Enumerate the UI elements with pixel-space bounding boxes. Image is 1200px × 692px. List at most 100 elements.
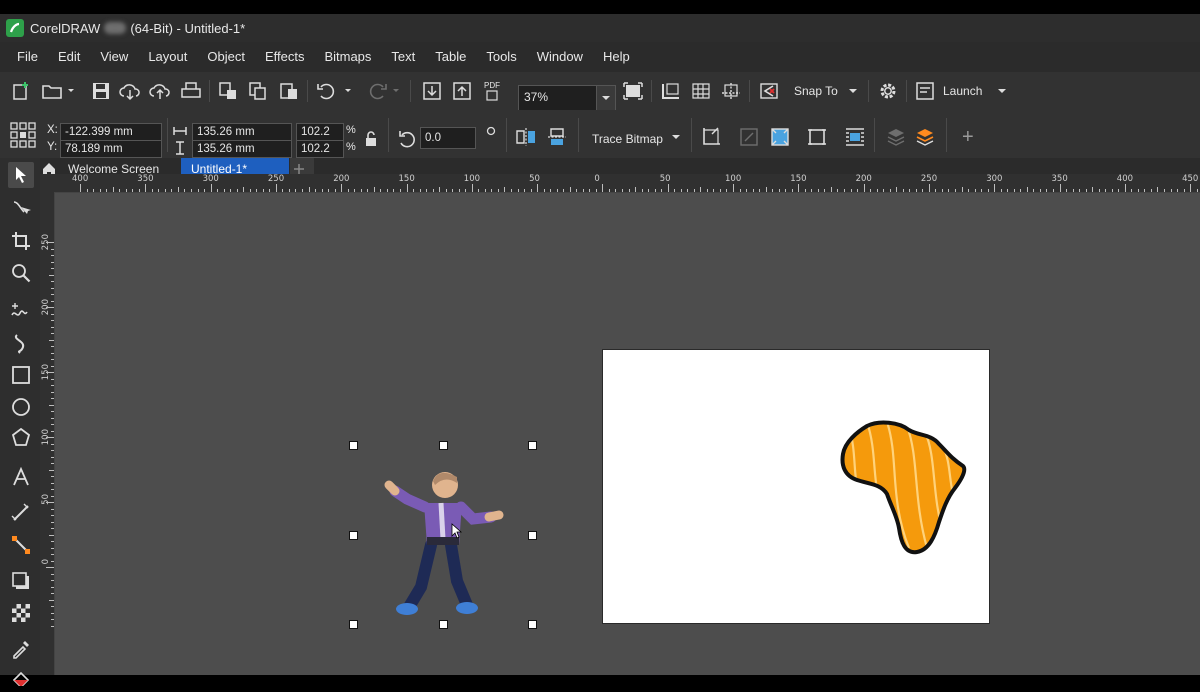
snap-off-icon[interactable] — [757, 80, 781, 102]
eyedropper-tool-icon[interactable] — [8, 636, 34, 662]
selection-handle-top-left[interactable] — [349, 441, 358, 450]
pick-tool-icon[interactable] — [8, 162, 34, 188]
parallel-dimension-tool-icon[interactable] — [8, 500, 34, 526]
menu-object[interactable]: Object — [198, 42, 254, 72]
selected-figure-object[interactable] — [349, 441, 537, 629]
save-icon[interactable] — [90, 80, 112, 102]
selection-handle-top-right[interactable] — [528, 441, 537, 450]
selection-handle-bottom-left[interactable] — [349, 620, 358, 629]
snap-to-dropdown-icon[interactable] — [845, 80, 861, 102]
rotation-angle-field[interactable]: 0.0 — [420, 127, 476, 149]
menu-layout[interactable]: Layout — [139, 42, 196, 72]
height-field[interactable]: 135.26 mm — [192, 140, 292, 158]
import-icon[interactable] — [420, 80, 444, 102]
show-guidelines-icon[interactable] — [719, 80, 743, 102]
selection-handle-bottom[interactable] — [439, 620, 448, 629]
menu-edit[interactable]: Edit — [49, 42, 89, 72]
wrap-text-icon[interactable] — [843, 126, 867, 148]
selection-handle-bottom-right[interactable] — [528, 620, 537, 629]
ruler-origin[interactable] — [40, 174, 54, 192]
interactive-fill-tool-icon[interactable] — [8, 666, 34, 692]
crop-tool-icon[interactable] — [8, 228, 34, 254]
menu-table[interactable]: Table — [426, 42, 475, 72]
launch-dropdown-icon[interactable] — [994, 80, 1010, 102]
ruler-tick — [857, 189, 859, 192]
ruler-tick — [589, 189, 591, 192]
horizontal-ruler[interactable]: 400 350 300 250 200 150 100 50 0 50 100 150 200 250 30… — [54, 174, 1200, 193]
print-icon[interactable] — [179, 80, 203, 102]
settings-gear-icon[interactable] — [876, 80, 900, 102]
africa-map-graphic-icon[interactable] — [839, 418, 979, 558]
redo-icon[interactable] — [362, 80, 404, 102]
zoom-dropdown-arrow[interactable] — [596, 86, 615, 110]
copy-icon[interactable] — [246, 80, 270, 102]
crop-bitmap-icon[interactable] — [699, 126, 723, 148]
person-figure-icon — [384, 472, 504, 615]
cloud-upload-icon[interactable] — [148, 80, 172, 102]
reference-point-icon[interactable] — [8, 120, 38, 150]
mirror-horizontal-icon[interactable] — [514, 126, 538, 148]
zoom-level-dropdown[interactable]: 37% — [518, 85, 616, 111]
menu-tools[interactable]: Tools — [477, 42, 525, 72]
selection-handle-left[interactable] — [349, 531, 358, 540]
separator — [946, 118, 947, 152]
drop-shadow-tool-icon[interactable] — [8, 568, 34, 594]
ruler-tick — [733, 184, 734, 192]
shape-tool-icon[interactable] — [8, 194, 34, 220]
menu-effects[interactable]: Effects — [256, 42, 314, 72]
menu-window[interactable]: Window — [528, 42, 592, 72]
effects-stack-icon[interactable] — [884, 126, 908, 148]
selection-handle-top[interactable] — [439, 441, 448, 450]
connector-tool-icon[interactable] — [8, 532, 34, 558]
cut-icon[interactable] — [216, 80, 240, 102]
resample-icon[interactable] — [768, 126, 792, 148]
menu-view[interactable]: View — [91, 42, 137, 72]
artistic-media-tool-icon[interactable] — [8, 330, 34, 356]
add-control-button[interactable]: + — [962, 126, 974, 149]
edit-bitmap-icon[interactable] — [737, 126, 761, 148]
y-position-field[interactable]: 78.189 mm — [60, 140, 162, 158]
menu-help[interactable]: Help — [594, 42, 639, 72]
new-document-icon[interactable] — [10, 80, 32, 102]
paste-icon[interactable] — [277, 80, 301, 102]
open-document-icon[interactable] — [40, 80, 76, 102]
lock-ratio-icon[interactable] — [362, 129, 380, 149]
ruler-tick — [51, 508, 54, 510]
layers-icon[interactable] — [913, 126, 937, 148]
ruler-tick — [51, 255, 54, 256]
freehand-tool-icon[interactable] — [8, 298, 34, 324]
selection-handle-right[interactable] — [528, 531, 537, 540]
menu-bitmaps[interactable]: Bitmaps — [315, 42, 380, 72]
menu-text[interactable]: Text — [382, 42, 424, 72]
export-icon[interactable] — [450, 80, 474, 102]
rectangle-tool-icon[interactable] — [8, 362, 34, 388]
trace-bitmap-dropdown-icon[interactable] — [668, 128, 684, 146]
trace-bitmap-button[interactable]: Trace Bitmap — [592, 132, 663, 146]
show-rulers-icon[interactable] — [659, 80, 683, 102]
menu-file[interactable]: File — [8, 42, 47, 72]
publish-pdf-icon[interactable]: PDF — [480, 79, 504, 103]
text-tool-icon[interactable] — [8, 464, 34, 490]
scale-x-field[interactable]: 102.2 — [296, 123, 344, 141]
snap-to-label[interactable]: Snap To — [794, 84, 838, 98]
ellipse-tool-icon[interactable] — [8, 394, 34, 420]
show-grid-icon[interactable] — [689, 80, 713, 102]
undo-icon[interactable] — [314, 80, 356, 102]
ruler-tick — [328, 189, 330, 192]
transparency-tool-icon[interactable] — [8, 600, 34, 626]
vertical-ruler[interactable]: 250200150100500 — [40, 192, 55, 675]
width-field[interactable]: 135.26 mm — [192, 123, 292, 141]
bitmap-border-icon[interactable] — [805, 126, 829, 148]
launch-label[interactable]: Launch — [943, 84, 982, 98]
mirror-vertical-icon[interactable] — [545, 126, 569, 148]
scale-y-field[interactable]: 102.2 — [296, 140, 344, 158]
ruler-tick — [51, 443, 54, 445]
zoom-to-page-icon[interactable] — [621, 80, 645, 102]
x-position-field[interactable]: -122.399 mm — [60, 123, 162, 141]
polygon-tool-icon[interactable] — [8, 424, 34, 450]
document-page[interactable] — [603, 350, 989, 623]
zoom-tool-icon[interactable] — [8, 260, 34, 286]
cloud-download-icon[interactable] — [118, 80, 142, 102]
ruler-tick — [51, 554, 54, 555]
launch-icon[interactable] — [914, 80, 936, 102]
